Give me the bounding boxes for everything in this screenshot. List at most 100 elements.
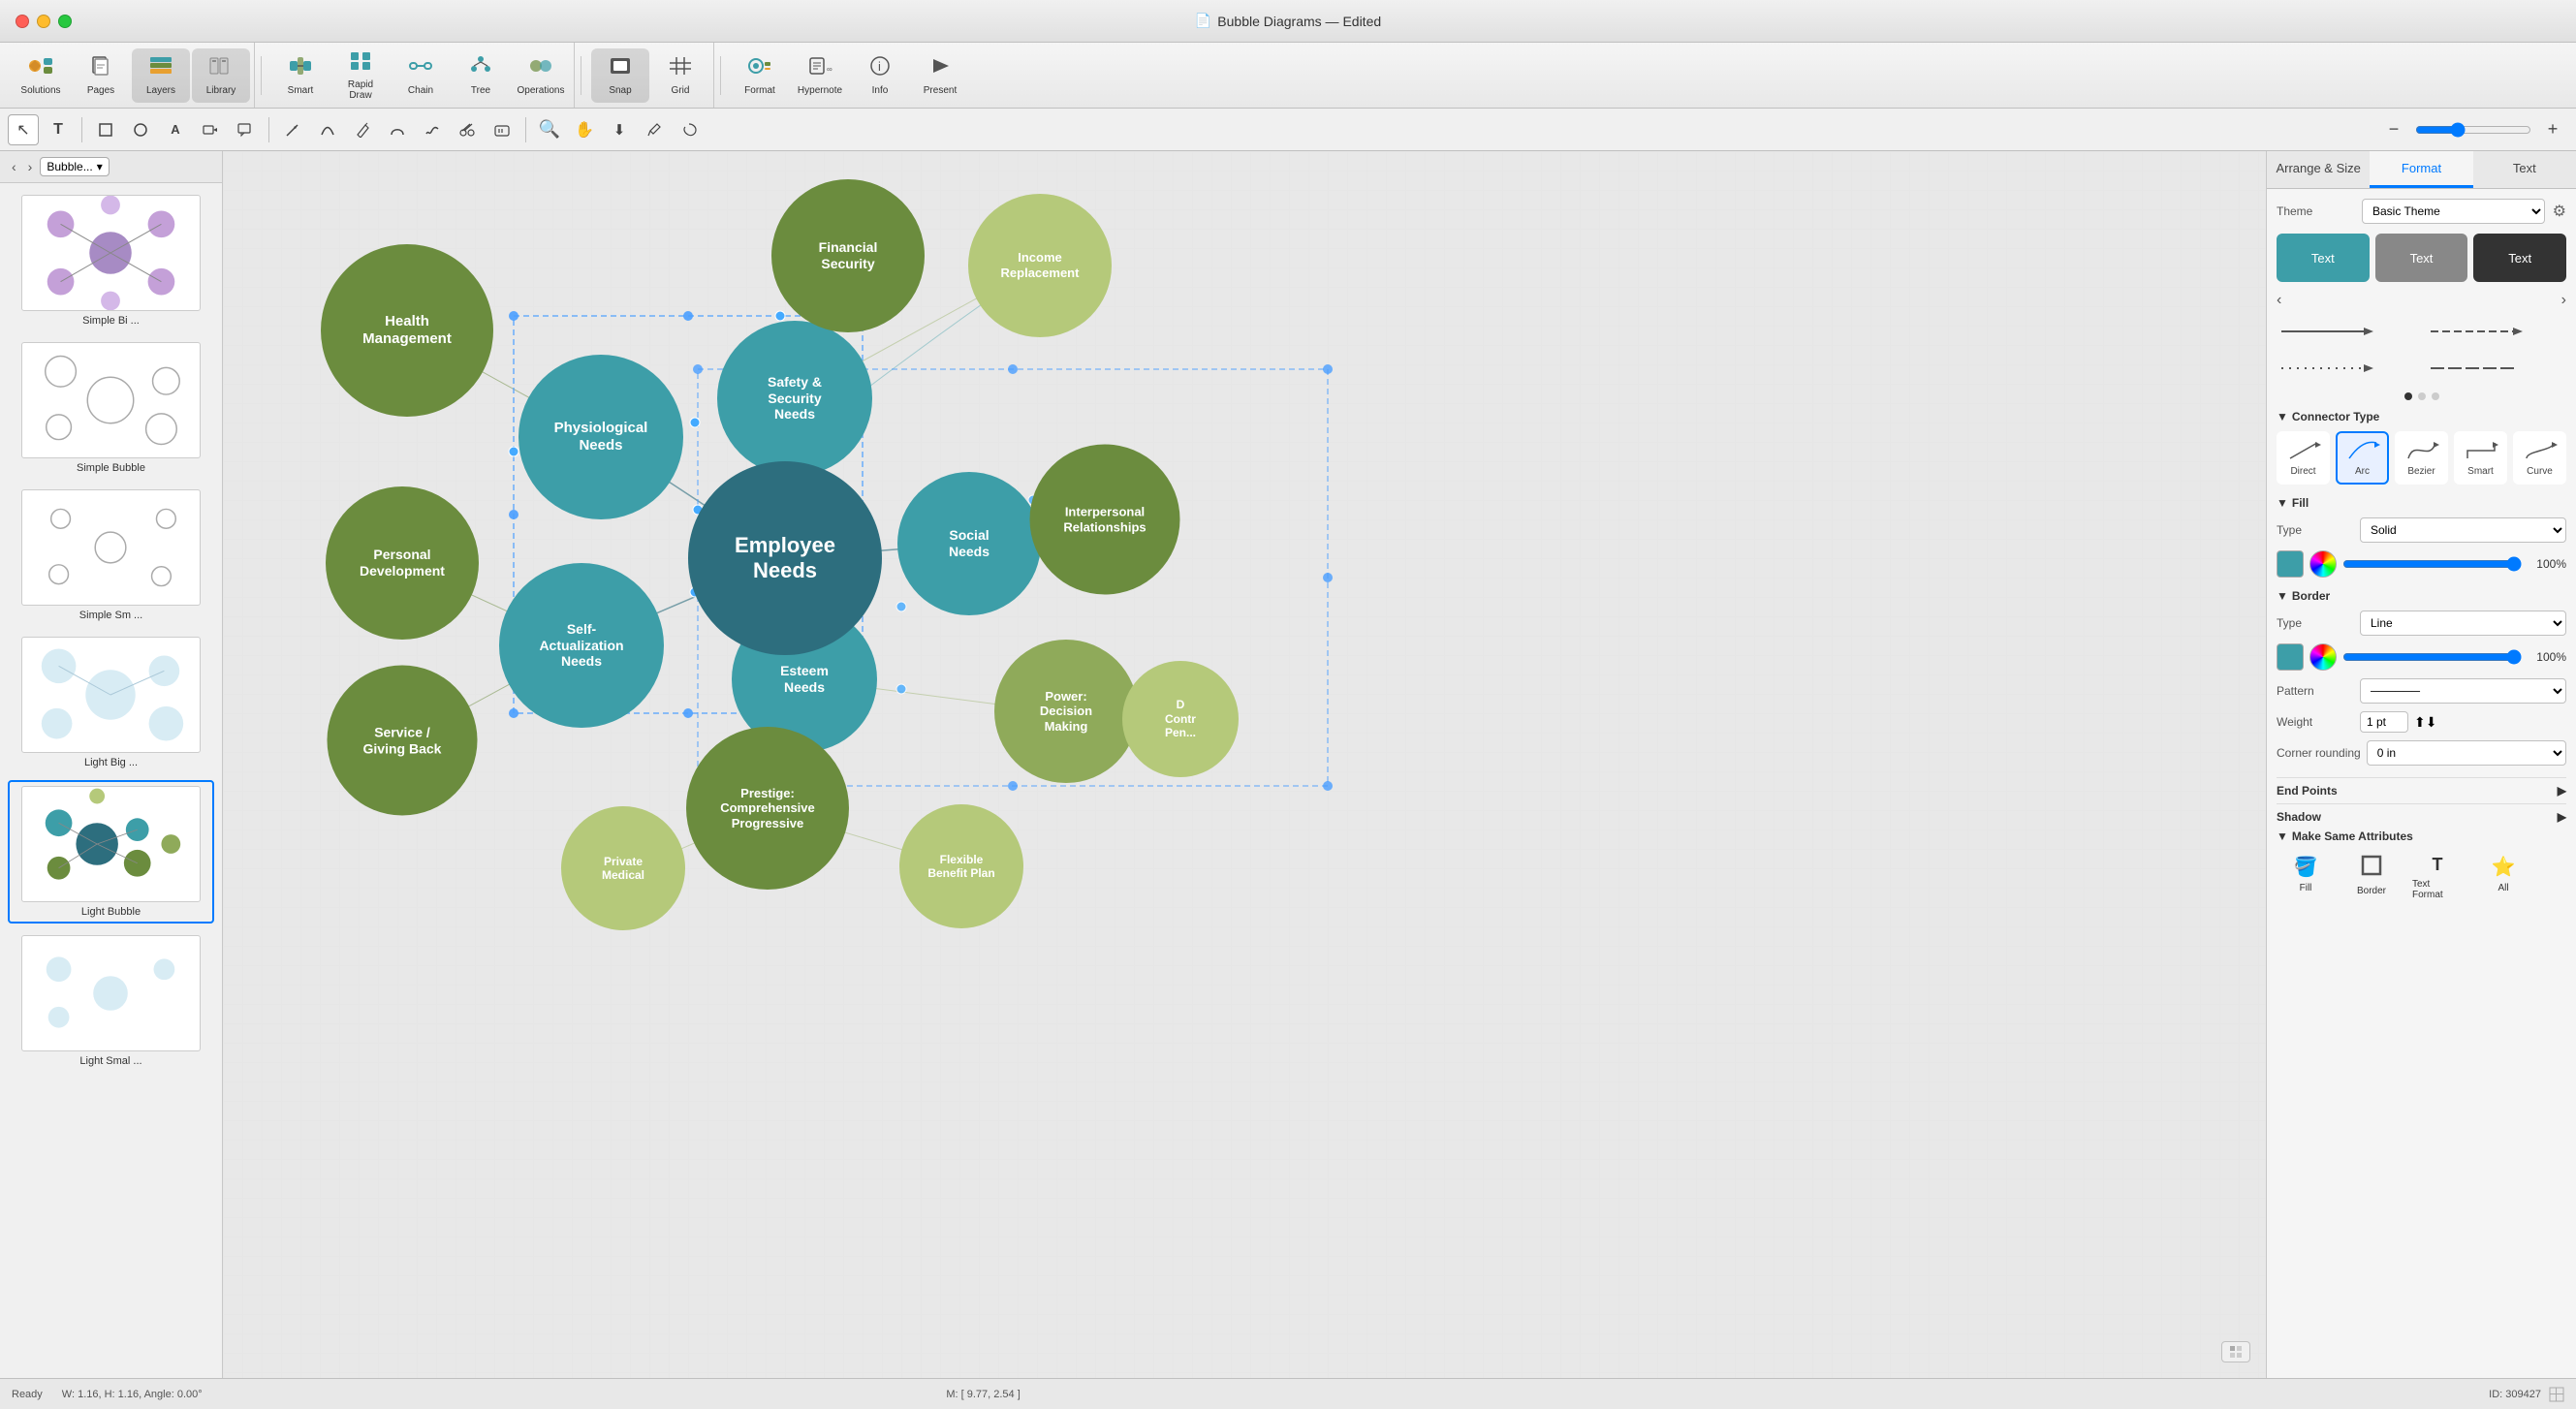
- present-button[interactable]: Present: [911, 48, 969, 103]
- tree-button[interactable]: Tree: [452, 48, 510, 103]
- border-color-wheel[interactable]: [2309, 643, 2337, 671]
- arc-tool[interactable]: [312, 114, 343, 145]
- bubble-employee-needs[interactable]: Employee Needs: [688, 461, 882, 655]
- format-button[interactable]: Format: [731, 48, 789, 103]
- pag-dot-2[interactable]: [2418, 392, 2426, 400]
- panel-forward-arrow[interactable]: ›: [24, 157, 37, 176]
- template-simple-sm[interactable]: Simple Sm ...: [8, 485, 214, 625]
- pages-button[interactable]: Pages: [72, 48, 130, 103]
- connector-prev-arrow[interactable]: ‹: [2277, 292, 2281, 309]
- tab-arrange-size[interactable]: Arrange & Size: [2267, 151, 2370, 188]
- bubble-flexible[interactable]: Flexible Benefit Plan: [899, 804, 1023, 928]
- close-button[interactable]: [16, 15, 29, 28]
- pag-dot-1[interactable]: [2404, 392, 2412, 400]
- bubble-service[interactable]: Service / Giving Back: [328, 666, 478, 816]
- bubble-personal[interactable]: Personal Development: [326, 486, 479, 640]
- template-simple-bi[interactable]: Simple Bi ...: [8, 191, 214, 330]
- select-tool[interactable]: ↖: [8, 114, 39, 145]
- theme-select[interactable]: Basic Theme: [2362, 199, 2545, 224]
- bubble-safety[interactable]: Safety & Security Needs: [717, 321, 872, 476]
- panel-dropdown[interactable]: Bubble... ▾: [40, 157, 109, 176]
- bubble-prestige[interactable]: Prestige: Comprehensive Progressive: [686, 727, 849, 890]
- corner-rounding-select[interactable]: 0 in: [2367, 740, 2566, 766]
- text-style-gray[interactable]: Text: [2375, 234, 2468, 282]
- pen-tool[interactable]: [347, 114, 378, 145]
- shadow-section[interactable]: Shadow ▶: [2277, 803, 2566, 830]
- bubble-power[interactable]: Power: Decision Making: [994, 640, 1138, 783]
- info-button[interactable]: i Info: [851, 48, 909, 103]
- conn-smart[interactable]: Smart: [2454, 431, 2507, 485]
- solutions-button[interactable]: Solutions: [12, 48, 70, 103]
- bezier-tool[interactable]: [382, 114, 413, 145]
- ellipse-tool[interactable]: [125, 114, 156, 145]
- conn-arc[interactable]: Arc: [2336, 431, 2389, 485]
- end-points-section[interactable]: End Points ▶: [2277, 777, 2566, 803]
- border-weight-stepper[interactable]: ⬆⬇: [2414, 714, 2436, 731]
- panel-back-arrow[interactable]: ‹: [8, 157, 20, 176]
- conn-direct[interactable]: Direct: [2277, 431, 2330, 485]
- theme-settings-button[interactable]: ⚙: [2553, 202, 2566, 221]
- template-light-bubble[interactable]: Light Bubble: [8, 780, 214, 924]
- connector-type-header[interactable]: ▼ Connector Type: [2277, 410, 2566, 423]
- eyedropper-tool[interactable]: [639, 114, 670, 145]
- connector-next-arrow[interactable]: ›: [2561, 292, 2566, 309]
- text-style-dark[interactable]: Text: [2473, 234, 2566, 282]
- freehand-tool[interactable]: [417, 114, 448, 145]
- label-tool[interactable]: [195, 114, 226, 145]
- fill-color-wheel[interactable]: [2309, 550, 2337, 578]
- rapid-draw-button[interactable]: Rapid Draw: [331, 48, 390, 103]
- scissors-tool[interactable]: [452, 114, 483, 145]
- chain-button[interactable]: Chain: [392, 48, 450, 103]
- conn-bezier[interactable]: Bezier: [2395, 431, 2448, 485]
- zoom-slider[interactable]: [2415, 122, 2531, 138]
- smart-button[interactable]: Smart: [271, 48, 330, 103]
- fill-color-swatch[interactable]: [2277, 550, 2304, 578]
- border-pattern-select[interactable]: ──────: [2360, 678, 2566, 704]
- conn-curve[interactable]: Curve: [2513, 431, 2566, 485]
- template-light-smal[interactable]: Light Smal ...: [8, 931, 214, 1071]
- bubble-dc-contrib[interactable]: D Contr Pen...: [1122, 661, 1239, 777]
- bubble-private-medical[interactable]: Private Medical: [561, 806, 685, 930]
- fill-type-select[interactable]: Solid: [2360, 517, 2566, 543]
- stamp-tool[interactable]: ⬇: [604, 114, 635, 145]
- arrow-tool[interactable]: [277, 114, 308, 145]
- fill-header[interactable]: ▼ Fill: [2277, 496, 2566, 510]
- make-same-header[interactable]: ▼ Make Same Attributes: [2277, 830, 2566, 843]
- zoom-in-button[interactable]: +: [2537, 114, 2568, 145]
- border-header[interactable]: ▼ Border: [2277, 589, 2566, 603]
- conn-line-solid[interactable]: [2277, 317, 2418, 346]
- lasso-tool[interactable]: [674, 114, 705, 145]
- make-same-all[interactable]: ⭐ All: [2474, 851, 2532, 904]
- rect-tool[interactable]: [90, 114, 121, 145]
- tab-format[interactable]: Format: [2370, 151, 2472, 188]
- fill-opacity-slider[interactable]: [2342, 556, 2522, 572]
- conn-line-dot[interactable]: [2277, 354, 2418, 383]
- bubble-financial[interactable]: Financial Security: [771, 179, 925, 332]
- text-box-tool[interactable]: A: [160, 114, 191, 145]
- bubble-health[interactable]: Health Management: [321, 244, 493, 417]
- bubble-interpersonal[interactable]: Interpersonal Relationships: [1030, 445, 1180, 595]
- text-style-teal[interactable]: Text: [2277, 234, 2370, 282]
- layers-button[interactable]: Layers: [132, 48, 190, 103]
- bubble-physiological[interactable]: Physiological Needs: [518, 355, 683, 519]
- bubble-income[interactable]: Income Replacement: [968, 194, 1112, 337]
- library-button[interactable]: Library: [192, 48, 250, 103]
- template-simple-bubble[interactable]: Simple Bubble: [8, 338, 214, 478]
- bubble-self-actualization[interactable]: Self- Actualization Needs: [499, 563, 664, 728]
- hypernote-button[interactable]: ∞ Hypernote: [791, 48, 849, 103]
- zoom-out-button[interactable]: −: [2378, 114, 2409, 145]
- action-tool[interactable]: [487, 114, 518, 145]
- grid-button[interactable]: Grid: [651, 48, 709, 103]
- minimize-button[interactable]: [37, 15, 50, 28]
- canvas-area[interactable]: Employee Needs Physiological Needs Safet…: [223, 151, 2266, 1378]
- conn-line-long-dash[interactable]: [2426, 354, 2567, 383]
- make-same-text-format[interactable]: T Text Format: [2408, 851, 2466, 904]
- callout-tool[interactable]: [230, 114, 261, 145]
- snap-button[interactable]: Snap: [591, 48, 649, 103]
- text-tool[interactable]: T: [43, 114, 74, 145]
- border-weight-input[interactable]: [2360, 711, 2408, 733]
- make-same-fill[interactable]: 🪣 Fill: [2277, 851, 2335, 904]
- tab-text[interactable]: Text: [2473, 151, 2576, 188]
- conn-line-dash[interactable]: [2426, 317, 2567, 346]
- pan-tool[interactable]: ✋: [569, 114, 600, 145]
